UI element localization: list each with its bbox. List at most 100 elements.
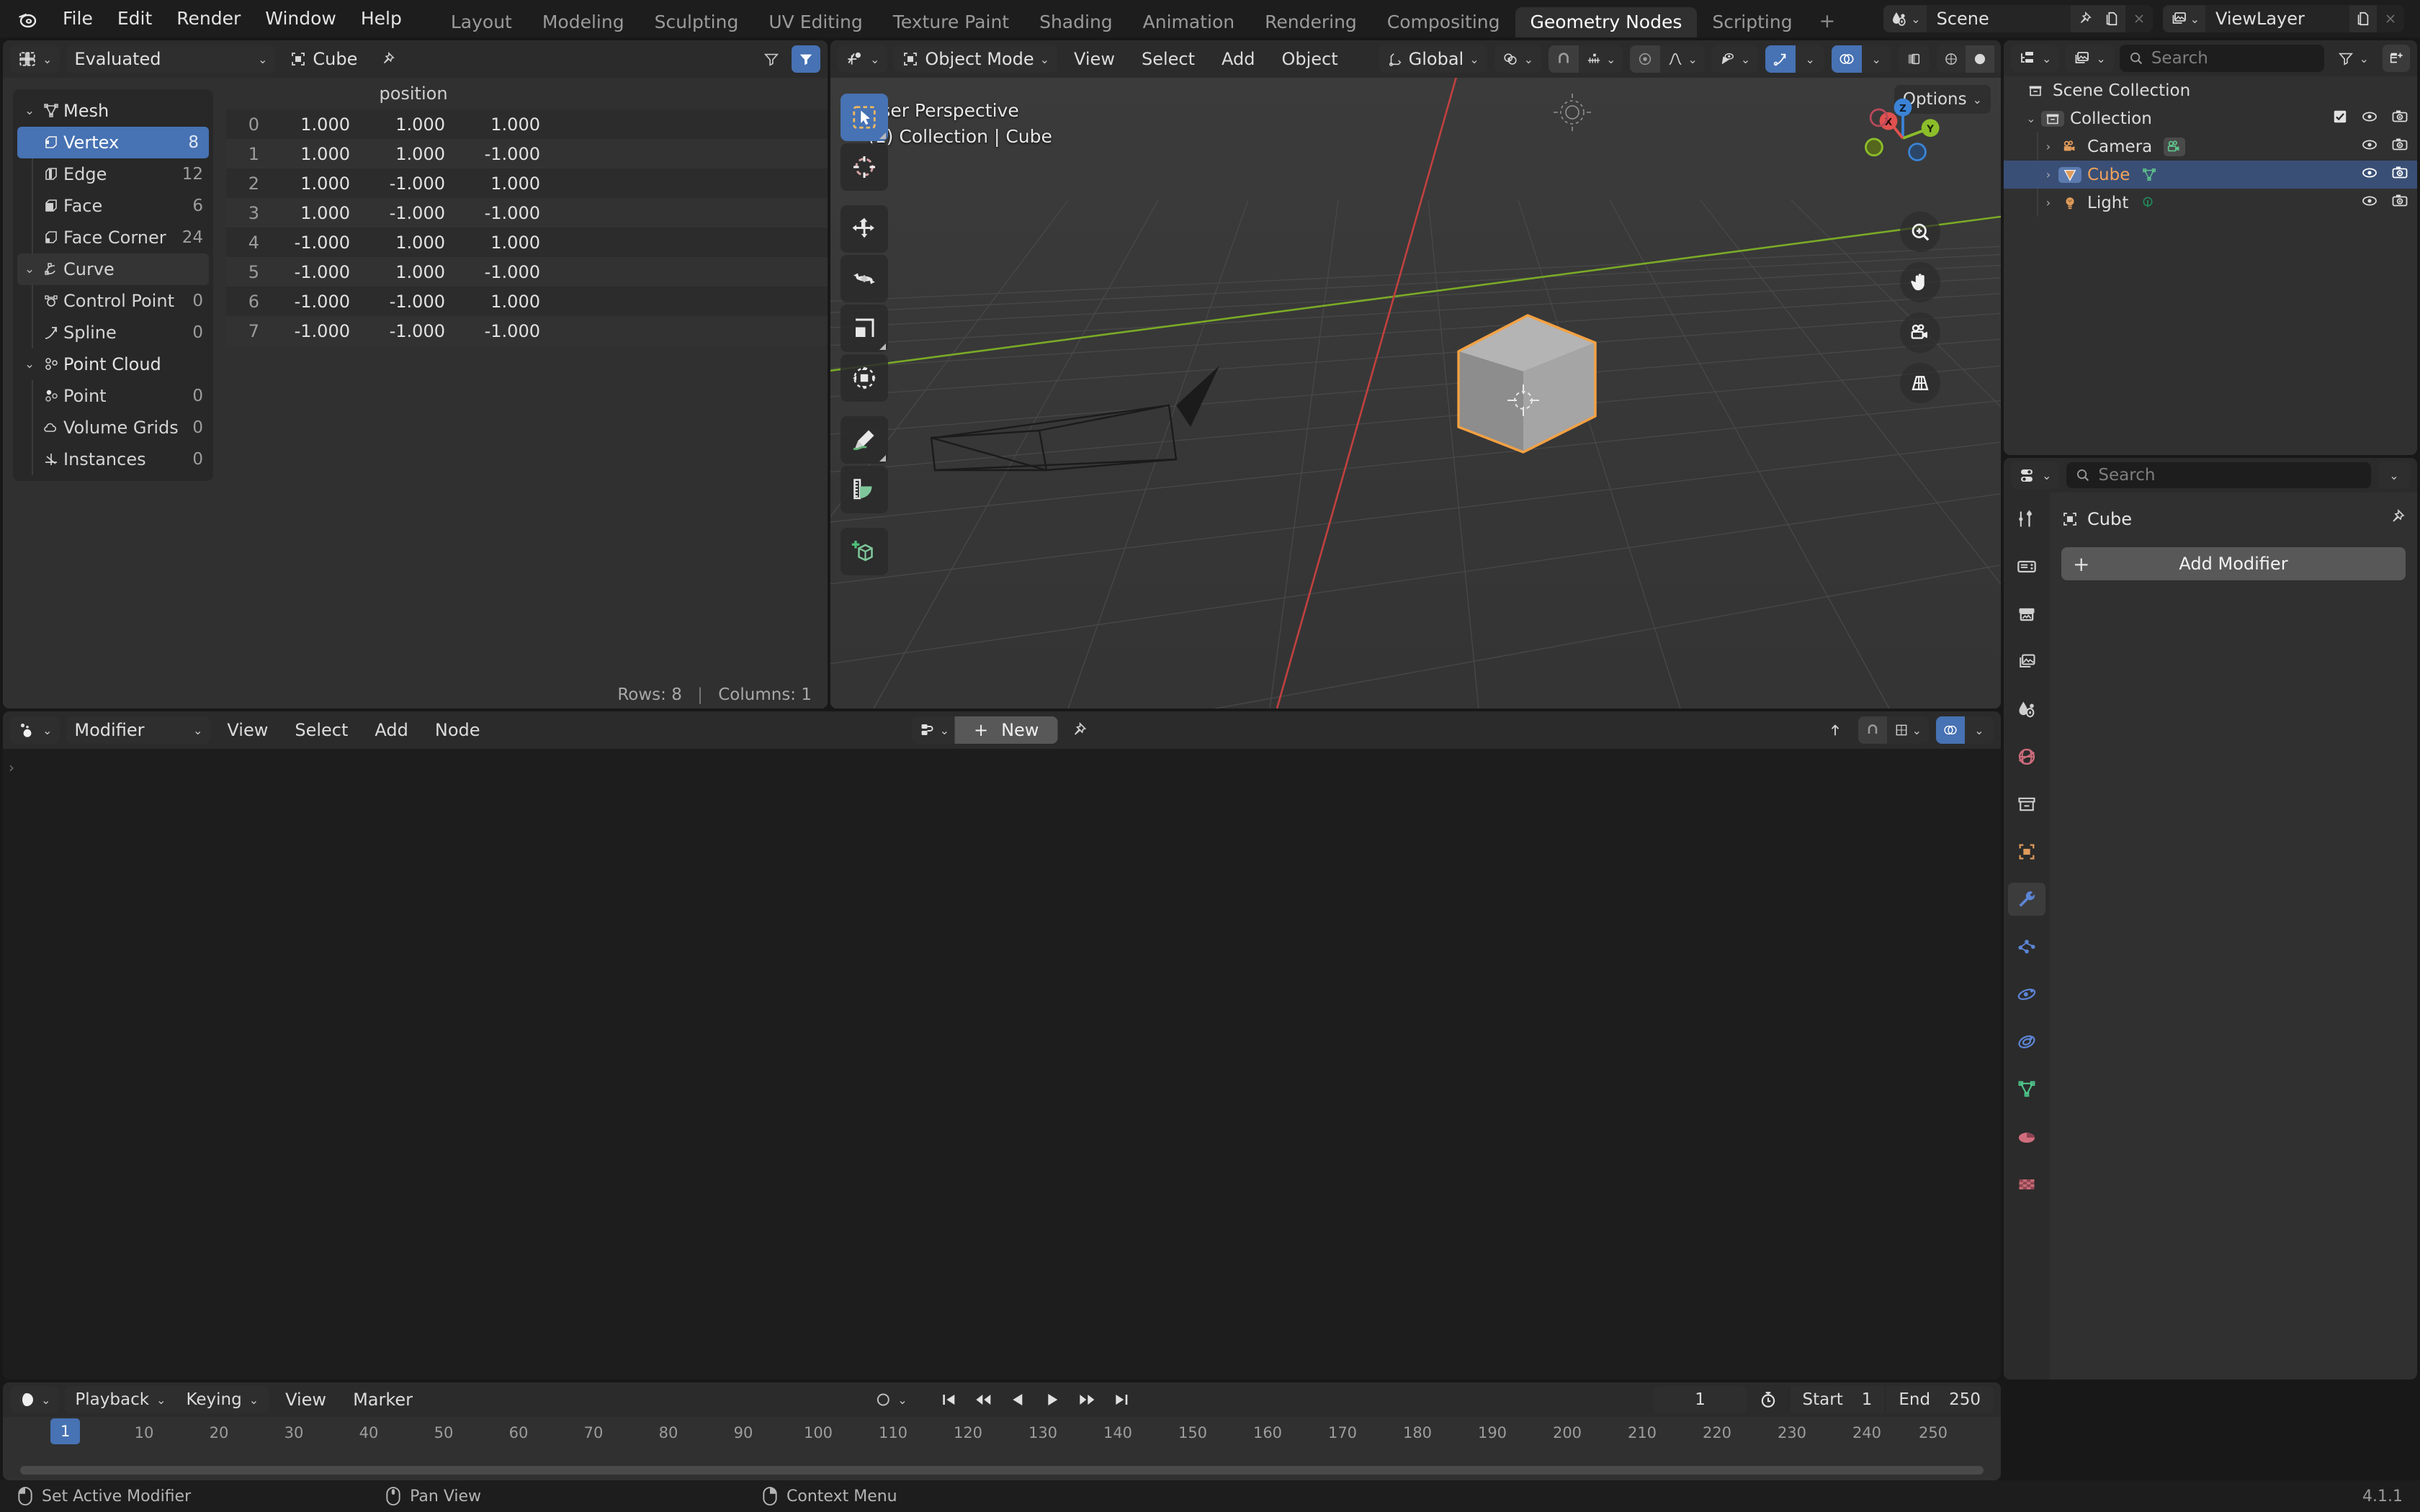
hide-in-viewport-eye-icon[interactable] — [2361, 192, 2378, 214]
overlays-icon[interactable] — [1832, 45, 1862, 73]
properties-tab-data[interactable] — [2008, 1073, 2045, 1106]
toggle-perspective-icon[interactable] — [1900, 363, 1940, 403]
dataset-item-face[interactable]: Face 6 — [13, 190, 213, 222]
hide-in-viewport-eye-icon[interactable] — [2361, 136, 2378, 158]
use-preview-range-icon[interactable] — [1754, 1386, 1782, 1413]
properties-tab-physics[interactable] — [2008, 978, 2045, 1011]
hide-in-viewport-eye-icon[interactable] — [2361, 108, 2378, 130]
node-overlay-dropdown[interactable]: ⌄ — [1965, 716, 1994, 744]
next-keyframe-icon[interactable] — [1072, 1386, 1103, 1413]
new-node-tree-button[interactable]: + New — [955, 716, 1057, 744]
object-visibility-dropdown[interactable]: ⌄ — [1711, 45, 1758, 73]
chevron-right-icon[interactable]: › — [2038, 140, 2058, 153]
falloff-curve-icon[interactable]: ⌄ — [1660, 45, 1704, 73]
start-frame-field[interactable]: Start 1 — [1789, 1386, 1886, 1413]
outliner-row-camera[interactable]: › Camera — [2004, 132, 2417, 161]
collection-checkbox[interactable] — [2332, 109, 2348, 129]
disable-in-renders-camera-icon[interactable] — [2391, 108, 2408, 130]
dataset-group-curve[interactable]: ⌄ Curve — [17, 253, 209, 285]
disable-in-renders-camera-icon[interactable] — [2391, 164, 2408, 186]
timeline-strip[interactable]: 1 10 20 30 40 50 60 70 80 90 100 110 120… — [3, 1417, 2001, 1480]
dataset-item-spline[interactable]: Spline 0 — [13, 317, 213, 348]
properties-tab-output[interactable] — [2008, 598, 2045, 631]
dataset-mode-dropdown[interactable]: Evaluated ⌄ — [66, 45, 275, 73]
dataset-item-edge[interactable]: Edge 12 — [13, 158, 213, 190]
node-menu-select[interactable]: Select — [284, 716, 358, 744]
dataset-item-point[interactable]: Point 0 — [13, 380, 213, 412]
dataset-item-control-point[interactable]: Control Point 0 — [13, 285, 213, 317]
properties-editor-type-icon[interactable]: ⌄ — [2011, 462, 2059, 489]
menu-window[interactable]: Window — [253, 0, 349, 37]
properties-tab-scene[interactable] — [2008, 693, 2045, 726]
viewlayer-name[interactable]: ViewLayer — [2205, 5, 2349, 32]
properties-tab-object[interactable] — [2008, 835, 2045, 868]
properties-tab-tool[interactable] — [2008, 503, 2045, 536]
camera-data-icon[interactable] — [2164, 138, 2185, 156]
chevron-down-icon[interactable]: ⌄ — [20, 104, 39, 118]
snap-magnet-icon[interactable] — [1549, 45, 1579, 73]
move-tool[interactable] — [841, 205, 888, 253]
snap-increment-icon[interactable]: ⌄ — [1579, 45, 1623, 73]
pin-icon[interactable] — [2388, 508, 2406, 530]
properties-tab-constraints[interactable] — [2008, 1025, 2045, 1058]
properties-expand-button[interactable]: ⌄ — [2378, 462, 2410, 489]
dataset-group-point-cloud[interactable]: ⌄ Point Cloud — [13, 348, 213, 380]
workspace-tab-uv-editing[interactable]: UV Editing — [753, 7, 877, 37]
workspace-tab-shading[interactable]: Shading — [1024, 7, 1128, 37]
scene-name[interactable]: Scene — [1927, 5, 2071, 32]
jump-start-icon[interactable] — [934, 1386, 964, 1413]
workspace-tab-geometry-nodes[interactable]: Geometry Nodes — [1515, 7, 1698, 37]
menu-edit[interactable]: Edit — [105, 0, 164, 37]
menu-render[interactable]: Render — [164, 0, 253, 37]
pivot-point-dropdown[interactable]: ⌄ — [1494, 45, 1541, 73]
properties-tab-collection[interactable] — [2008, 788, 2045, 821]
table-row[interactable]: 4 -1.000 1.000 1.000 — [226, 228, 828, 257]
play-reverse-icon[interactable] — [1003, 1386, 1034, 1413]
workspace-tab-rendering[interactable]: Rendering — [1250, 7, 1372, 37]
outliner-view-layer-icon[interactable]: ⌄ — [2065, 45, 2113, 72]
table-row[interactable]: 5 -1.000 1.000 -1.000 — [226, 257, 828, 287]
solid-shading-icon[interactable] — [1966, 45, 1994, 73]
navigation-gizmo[interactable]: Z Y X — [1858, 94, 1948, 183]
scale-tool[interactable] — [841, 305, 888, 352]
timeline-menu-playback[interactable]: Playback ⌄ — [65, 1386, 176, 1413]
table-row[interactable]: 1 1.000 1.000 -1.000 — [226, 139, 828, 168]
overlays-dropdown[interactable]: ⌄ — [1862, 45, 1891, 73]
outliner-row-cube[interactable]: › Cube — [2004, 161, 2417, 189]
snap-magnet-icon[interactable] — [1858, 716, 1887, 744]
node-menu-node[interactable]: Node — [425, 716, 490, 744]
material-shading-icon[interactable] — [1994, 45, 2001, 73]
outliner-display-mode-icon[interactable]: ⌄ — [2011, 45, 2059, 72]
pin-icon[interactable] — [1065, 716, 1092, 744]
node-tree-icon[interactable]: ⌄ — [912, 716, 955, 744]
timeline-ruler[interactable]: 1 10 20 30 40 50 60 70 80 90 100 110 120… — [3, 1417, 2001, 1447]
timeline-horizontal-scrollbar[interactable] — [20, 1466, 1984, 1475]
workspace-tab-animation[interactable]: Animation — [1128, 7, 1250, 37]
column-header-position[interactable]: position — [269, 84, 557, 104]
outliner-search-input[interactable]: Search — [2120, 45, 2324, 72]
workspace-tab-compositing[interactable]: Compositing — [1372, 7, 1515, 37]
annotate-tool[interactable] — [841, 416, 888, 464]
properties-tab-render[interactable] — [2008, 550, 2045, 583]
viewlayer-icon[interactable]: ⌄ — [2163, 5, 2205, 32]
play-icon[interactable] — [1038, 1386, 1068, 1413]
timeline-menu-keying[interactable]: Keying ⌄ — [176, 1386, 269, 1413]
node-sidebar-toggle[interactable]: › — [9, 759, 14, 776]
add-workspace-button[interactable]: + — [1808, 7, 1847, 37]
chevron-right-icon[interactable]: › — [2038, 168, 2058, 181]
add-cube-tool[interactable] — [841, 528, 888, 575]
viewlayer-datablock[interactable]: ⌄ ViewLayer — [2163, 5, 2404, 32]
chevron-down-icon[interactable]: ⌄ — [20, 262, 39, 276]
node-editor-canvas[interactable]: › — [3, 749, 2001, 1380]
new-collection-icon[interactable] — [2383, 45, 2410, 72]
workspace-tab-sculpting[interactable]: Sculpting — [640, 7, 754, 37]
spreadsheet-object-selector[interactable]: Cube — [282, 45, 365, 73]
snap-node-icon[interactable] — [1819, 716, 1851, 744]
properties-tab-modifier[interactable] — [2008, 883, 2045, 916]
scene-icon[interactable]: ⌄ — [1883, 5, 1926, 32]
outliner-row-light[interactable]: › Light — [2004, 189, 2417, 217]
viewport-menu-add[interactable]: Add — [1211, 45, 1265, 73]
dataset-group-mesh[interactable]: ⌄ Mesh — [13, 95, 213, 127]
proportional-edit-icon[interactable] — [1630, 45, 1660, 73]
add-modifier-button[interactable]: + Add Modifier — [2061, 547, 2406, 580]
